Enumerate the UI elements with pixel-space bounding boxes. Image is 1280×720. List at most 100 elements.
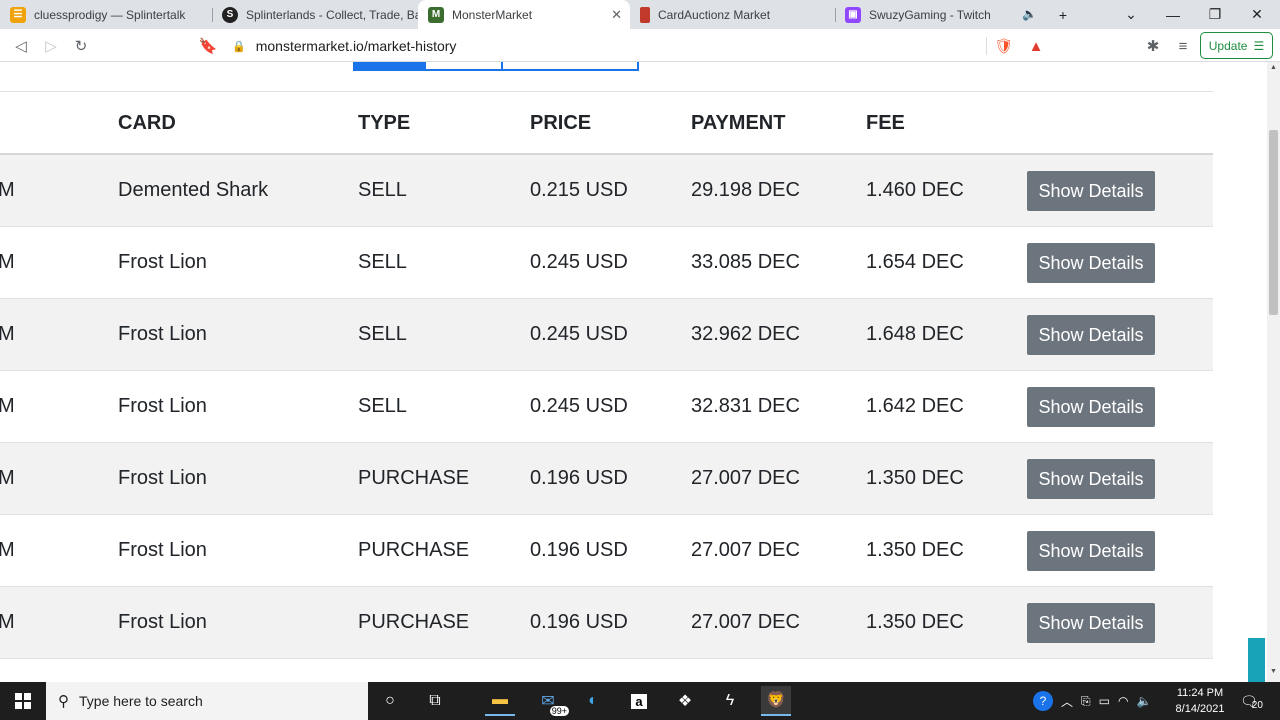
tab-title: SwuzyGaming - Twitch bbox=[869, 7, 991, 22]
notification-count: 20 bbox=[1251, 699, 1263, 711]
help-icon[interactable]: ? bbox=[1033, 691, 1053, 711]
cell-price: 0.196 USD bbox=[530, 539, 628, 561]
tab-splintertalk[interactable]: ☰ cluessprodigy — Splintertalk bbox=[0, 0, 212, 29]
mail-icon[interactable]: ✉ 99+ bbox=[533, 686, 569, 716]
bookmark-icon[interactable]: 🔖 bbox=[197, 35, 219, 57]
tab-twitch[interactable]: ▣ SwuzyGaming - Twitch 🔈 bbox=[835, 0, 1047, 29]
page-content: CARD TYPE PRICE PAYMENT FEE M Demented Sh… bbox=[0, 62, 1267, 682]
tab-cardauctionz[interactable]: CardAuctionz Market bbox=[630, 0, 835, 29]
side-widget-tab[interactable] bbox=[1248, 638, 1265, 682]
windows-taskbar: ⚲ Type here to search ○ ⧉ ▬ ✉ 99+ ◐ a ❖ … bbox=[0, 682, 1280, 720]
file-explorer-icon[interactable]: ▬ bbox=[485, 686, 515, 716]
page-scrollbar[interactable]: ▲ ▼ bbox=[1267, 62, 1280, 682]
table-body: M Demented Shark SELL 0.215 USD 29.198 DEC 1.… bbox=[0, 155, 1213, 659]
brave-shields-icon[interactable]: 🛡 bbox=[993, 35, 1015, 57]
scroll-up-icon[interactable]: ▲ bbox=[1269, 64, 1278, 74]
scroll-thumb[interactable] bbox=[1269, 130, 1278, 315]
tab-monstermarket[interactable]: M MonsterMarket ✕ bbox=[418, 0, 630, 29]
show-details-button[interactable]: Show Details bbox=[1027, 387, 1155, 427]
edge-icon[interactable]: ◐ bbox=[578, 686, 608, 716]
lock-icon: 🔒 bbox=[232, 40, 246, 53]
reload-icon[interactable]: ↻ bbox=[70, 35, 92, 57]
cell-fee: 1.642 DEC bbox=[866, 395, 964, 417]
tab-splinterlands[interactable]: S Splinterlands - Collect, Trade, Battle bbox=[212, 0, 418, 29]
splinterlands-app-icon[interactable]: ϟ bbox=[715, 686, 745, 716]
show-details-button[interactable]: Show Details bbox=[1027, 315, 1155, 355]
scroll-down-icon[interactable]: ▼ bbox=[1269, 668, 1278, 678]
back-icon[interactable]: ◁ bbox=[10, 35, 32, 57]
cardauctionz-favicon-icon bbox=[640, 6, 650, 23]
close-window-icon[interactable]: ✕ bbox=[1234, 0, 1280, 29]
cell-time: M bbox=[0, 611, 15, 633]
filter-tab-active[interactable] bbox=[355, 62, 425, 69]
minimize-icon[interactable]: — bbox=[1150, 0, 1196, 29]
show-details-button[interactable]: Show Details bbox=[1027, 243, 1155, 283]
show-hidden-icons-icon[interactable]: ︿ bbox=[1061, 693, 1073, 710]
header-price: PRICE bbox=[530, 112, 592, 134]
header-payment: PAYMENT bbox=[691, 112, 786, 134]
browser-tab-strip: ☰ cluessprodigy — Splintertalk S Splinte… bbox=[0, 0, 1280, 29]
cell-time: M bbox=[0, 395, 15, 417]
show-details-button[interactable]: Show Details bbox=[1027, 531, 1155, 571]
clock-date: 8/14/2021 bbox=[1175, 703, 1225, 715]
table-row: M Frost Lion SELL 0.245 USD 32.831 DEC 1.642 … bbox=[0, 371, 1213, 443]
show-details-button[interactable]: Show Details bbox=[1027, 171, 1155, 211]
windows-start-icon[interactable] bbox=[8, 686, 38, 716]
address-bar[interactable]: 🔒 monstermarket.io/market-history bbox=[232, 33, 987, 59]
taskbar-search-box[interactable]: ⚲ Type here to search bbox=[46, 682, 368, 720]
tab-search-icon[interactable]: ⌄ bbox=[1108, 0, 1154, 29]
volume-icon[interactable]: 🔈 bbox=[1136, 694, 1151, 708]
network-adapter-icon[interactable]: ⎘ bbox=[1081, 694, 1091, 709]
cell-time: M bbox=[0, 251, 15, 273]
mail-badge: 99+ bbox=[549, 706, 569, 716]
cortana-icon[interactable]: ○ bbox=[375, 686, 405, 716]
mute-tab-icon[interactable]: 🔈 bbox=[1022, 7, 1037, 21]
brave-rewards-icon[interactable]: ▲ bbox=[1025, 35, 1047, 57]
cell-card: Demented Shark bbox=[118, 179, 269, 201]
filter-divider bbox=[425, 62, 426, 69]
battery-icon[interactable]: ▭ bbox=[1099, 694, 1110, 708]
new-tab-icon[interactable]: + bbox=[1040, 0, 1086, 29]
reading-list-icon[interactable]: ≡ bbox=[1172, 35, 1194, 57]
cell-fee: 1.350 DEC bbox=[866, 467, 964, 489]
header-fee: FEE bbox=[866, 112, 905, 134]
taskbar-clock[interactable]: 11:24 PM 8/14/2021 bbox=[1168, 685, 1232, 717]
cell-card: Frost Lion bbox=[118, 467, 207, 489]
cell-payment: 33.085 DEC bbox=[691, 251, 800, 273]
amazon-icon[interactable]: a bbox=[624, 686, 654, 716]
update-button[interactable]: Update ☰ bbox=[1200, 32, 1273, 59]
url-text: monstermarket.io/market-history bbox=[255, 38, 457, 54]
monstermarket-favicon-icon: M bbox=[428, 6, 444, 23]
task-view-icon[interactable]: ⧉ bbox=[420, 686, 450, 716]
table-row: M Demented Shark SELL 0.215 USD 29.198 DEC 1.… bbox=[0, 155, 1213, 227]
show-details-button[interactable]: Show Details bbox=[1027, 603, 1155, 643]
brave-browser-icon[interactable]: 🦁 bbox=[761, 686, 791, 716]
update-label: Update bbox=[1208, 38, 1248, 53]
cell-fee: 1.648 DEC bbox=[866, 323, 964, 345]
dropbox-icon[interactable]: ❖ bbox=[670, 686, 700, 716]
splinterlands-favicon-icon: S bbox=[222, 6, 238, 23]
table-row: M Frost Lion PURCHASE 0.196 USD 27.007 DEC 1.… bbox=[0, 515, 1213, 587]
forward-icon[interactable]: ▷ bbox=[40, 35, 62, 57]
filter-tab-group[interactable] bbox=[353, 62, 639, 71]
cell-time: M bbox=[0, 539, 15, 561]
cell-type: SELL bbox=[358, 323, 407, 345]
table-header: CARD TYPE PRICE PAYMENT FEE bbox=[0, 91, 1213, 155]
wifi-icon[interactable]: ◠ bbox=[1118, 694, 1128, 708]
tab-title: cluessprodigy — Splintertalk bbox=[34, 7, 186, 22]
close-tab-icon[interactable]: ✕ bbox=[611, 7, 622, 23]
address-divider bbox=[986, 37, 987, 55]
maximize-icon[interactable]: ❐ bbox=[1192, 0, 1238, 29]
show-details-button[interactable]: Show Details bbox=[1027, 459, 1155, 499]
extensions-icon[interactable]: ✱ bbox=[1142, 35, 1164, 57]
search-placeholder: Type here to search bbox=[79, 693, 203, 709]
clock-time: 11:24 PM bbox=[1176, 687, 1224, 699]
cell-payment: 27.007 DEC bbox=[691, 467, 800, 489]
filter-divider bbox=[501, 62, 503, 69]
cell-time: M bbox=[0, 467, 15, 489]
notifications-icon[interactable]: 🗨 20 bbox=[1240, 682, 1263, 720]
cell-price: 0.196 USD bbox=[530, 467, 628, 489]
cell-type: SELL bbox=[358, 395, 407, 417]
tab-title: CardAuctionz Market bbox=[658, 7, 771, 22]
cell-price: 0.245 USD bbox=[530, 323, 628, 345]
